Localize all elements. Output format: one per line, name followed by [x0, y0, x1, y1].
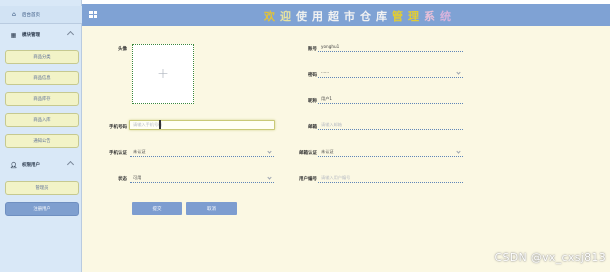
- title-char: 市: [344, 10, 360, 23]
- submit-button[interactable]: 提交: [132, 202, 182, 215]
- watermark: CSDN @vx_cxsj813: [494, 251, 606, 264]
- password-label: 密码: [308, 73, 317, 78]
- avatar-label: 头像: [118, 47, 127, 52]
- email-label: 邮箱: [308, 125, 317, 130]
- nickname-label: 昵称: [308, 99, 317, 104]
- text-cursor-icon: [159, 120, 161, 129]
- account-input[interactable]: yonghu1: [318, 42, 463, 52]
- sidebar-item-product-info[interactable]: 商品信息: [5, 71, 79, 85]
- title-char: 统: [440, 10, 456, 23]
- chevron-down-icon: [456, 149, 461, 154]
- sidebar-home-label: 后台首页: [22, 12, 40, 18]
- sidebar-group-users[interactable]: 👤︎ 权限用户: [0, 157, 82, 173]
- cancel-button[interactable]: 取消: [186, 202, 237, 215]
- phone-input[interactable]: 请输入手机号码: [129, 120, 275, 130]
- chevron-down-icon: [267, 149, 272, 154]
- phone-verify-label: 手机认证: [109, 151, 127, 156]
- sidebar-group-label: 模块管理: [22, 33, 40, 38]
- plus-icon: +: [157, 66, 169, 82]
- status-select[interactable]: 可用: [130, 173, 274, 183]
- page-title: 欢迎使用超市仓库管理系统: [264, 8, 456, 23]
- chevron-up-icon: [66, 160, 75, 169]
- nickname-input[interactable]: 用户1: [318, 94, 463, 104]
- chevron-up-icon: [66, 30, 75, 39]
- phone-verify-select[interactable]: 未认证: [130, 147, 274, 157]
- title-char: 系: [424, 10, 440, 23]
- sidebar: ⌂ 后台首页 ▦ 模块管理 商品分类 商品信息 商品库存 商品入库 通知公告 👤…: [0, 0, 82, 272]
- sidebar-item-registered-users[interactable]: 注册用户: [5, 202, 79, 216]
- account-label: 账号: [308, 47, 317, 52]
- title-char: 使: [296, 10, 312, 23]
- user-icon: 👤︎: [9, 161, 18, 169]
- password-input[interactable]: ······: [318, 68, 463, 78]
- avatar-uploader[interactable]: +: [132, 44, 194, 104]
- title-char: 管: [392, 10, 408, 23]
- phone-label: 手机号码: [109, 125, 127, 130]
- sidebar-item-product-stock[interactable]: 商品库存: [5, 92, 79, 106]
- sidebar-item-notice[interactable]: 通知公告: [5, 134, 79, 148]
- title-char: 仓: [360, 10, 376, 23]
- home-icon: ⌂: [12, 10, 16, 18]
- title-char: 欢: [264, 10, 280, 23]
- title-char: 用: [312, 10, 328, 23]
- eye-icon[interactable]: [456, 70, 461, 75]
- sidebar-group-label: 权限用户: [22, 163, 40, 168]
- email-verify-select[interactable]: 未认证: [318, 147, 463, 157]
- status-label: 状态: [118, 177, 127, 182]
- sidebar-item-admin[interactable]: 管理员: [5, 181, 79, 195]
- user-no-label: 用户编号: [299, 177, 317, 182]
- sidebar-home[interactable]: ⌂ 后台首页: [0, 6, 82, 24]
- title-char: 理: [408, 10, 424, 23]
- title-char: 超: [328, 10, 344, 23]
- chevron-down-icon: [267, 175, 272, 180]
- title-char: 库: [376, 10, 392, 23]
- email-input[interactable]: 请输入邮箱: [318, 120, 463, 130]
- app-window: ⌂ 后台首页 ▦ 模块管理 商品分类 商品信息 商品库存 商品入库 通知公告 👤…: [0, 0, 616, 276]
- menu-icon[interactable]: [89, 11, 97, 18]
- sidebar-item-stock-in[interactable]: 商品入库: [5, 113, 79, 127]
- email-verify-label: 邮箱认证: [299, 151, 317, 156]
- top-bar: 欢迎使用超市仓库管理系统: [82, 4, 610, 26]
- user-no-input[interactable]: 请输入用户编号: [318, 173, 463, 183]
- title-char: 迎: [280, 10, 296, 23]
- grid-icon: ▦: [10, 31, 17, 39]
- user-form: 头像 + 手机号码 请输入手机号码 手机认证 未认证 状态 可用 账号 yong…: [82, 26, 610, 272]
- sidebar-item-product-category[interactable]: 商品分类: [5, 50, 79, 64]
- sidebar-group-modules[interactable]: ▦ 模块管理: [0, 27, 82, 43]
